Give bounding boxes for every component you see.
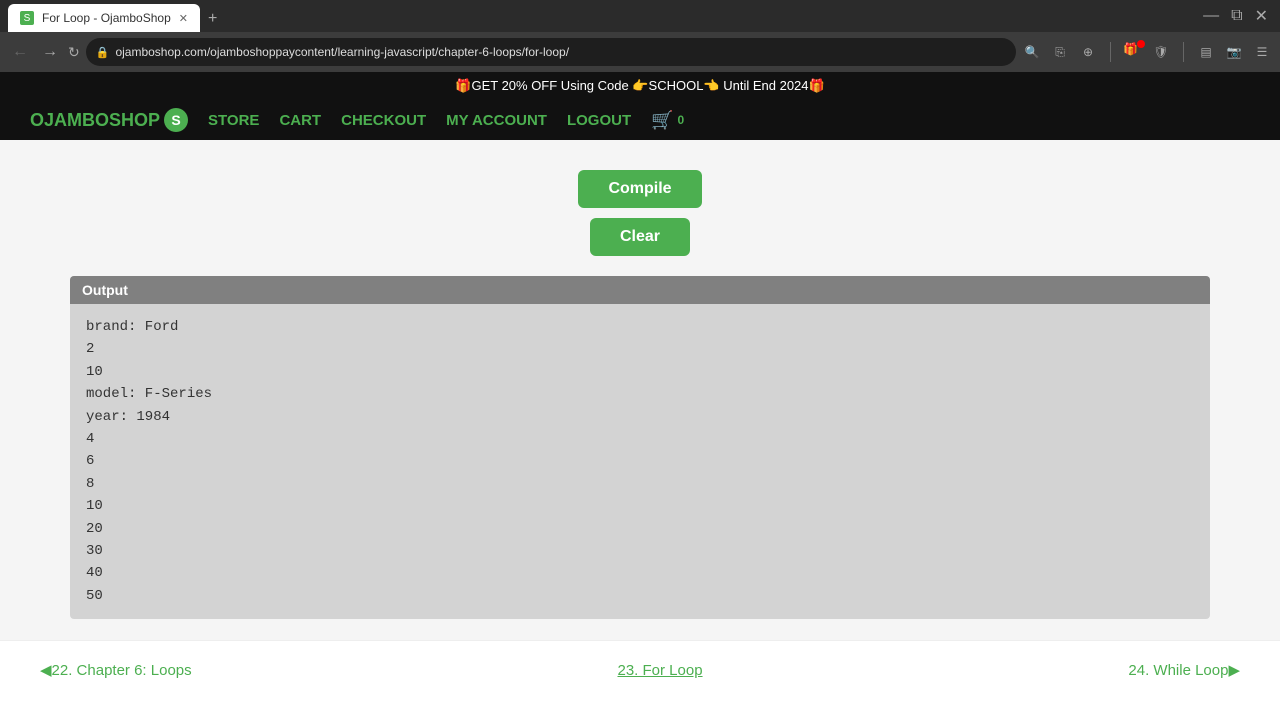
output-line: 10	[86, 361, 1194, 383]
close-window-button[interactable]: ✕	[1251, 2, 1272, 30]
new-tab-button[interactable]: +	[200, 6, 225, 32]
toolbar-actions: 🔍 ⎘ ⊕ 🎁 🛡 ▤ 📷 ☰	[1022, 42, 1272, 62]
output-header: Output	[70, 276, 1210, 304]
output-line: year: 1984	[86, 406, 1194, 428]
browser-toolbar: ← → ↻ 🔒 ojamboshop.com/ojamboshoppaycont…	[0, 32, 1280, 72]
screenshot-icon[interactable]: 📷	[1224, 42, 1244, 62]
output-line: brand: Ford	[86, 316, 1194, 338]
button-area: Compile Clear	[70, 160, 1210, 276]
back-button[interactable]: ←	[8, 39, 32, 65]
output-line: 30	[86, 540, 1194, 562]
logo-text: OJAMBOSHOP	[30, 110, 160, 131]
cart-link[interactable]: CART	[279, 112, 321, 129]
reading-mode-icon[interactable]: ▤	[1196, 42, 1216, 62]
security-icon: 🔒	[96, 46, 110, 59]
share-icon[interactable]: ⎘	[1050, 42, 1070, 62]
navigation: OJAMBOSHOP S STORE CART CHECKOUT MY ACCO…	[0, 100, 1280, 140]
content-area: Compile Clear Output brand: Ford210model…	[0, 140, 1280, 640]
active-tab[interactable]: S For Loop - OjamboShop ✕	[8, 4, 200, 32]
output-line: 40	[86, 562, 1194, 584]
tab-title: For Loop - OjamboShop	[42, 11, 171, 25]
output-content: brand: Ford210model: F-Seriesyear: 19844…	[70, 304, 1210, 619]
refresh-button[interactable]: ↻	[68, 44, 80, 61]
output-line: 50	[86, 585, 1194, 607]
cart-count: 0	[678, 113, 685, 127]
browser-chrome: S For Loop - OjamboShop ✕ + — ⧉ ✕ ← → ↻ …	[0, 0, 1280, 72]
page: 🎁GET 20% OFF Using Code 👉SCHOOL👈 Until E…	[0, 72, 1280, 699]
logo[interactable]: OJAMBOSHOP S	[30, 108, 188, 132]
browser-titlebar: S For Loop - OjamboShop ✕ + — ⧉ ✕	[0, 0, 1280, 32]
settings-icon[interactable]: ☰	[1252, 42, 1272, 62]
output-line: 4	[86, 428, 1194, 450]
rss-icon[interactable]: ⊕	[1078, 42, 1098, 62]
cart-icon: 🛒	[651, 110, 673, 131]
store-link[interactable]: STORE	[208, 112, 259, 129]
promo-bar: 🎁GET 20% OFF Using Code 👉SCHOOL👈 Until E…	[0, 72, 1280, 100]
extension-icon-1[interactable]: 🎁	[1123, 42, 1143, 62]
output-box: Output brand: Ford210model: F-Seriesyear…	[70, 276, 1210, 619]
checkout-link[interactable]: CHECKOUT	[341, 112, 426, 129]
minimize-button[interactable]: —	[1199, 3, 1223, 29]
logout-link[interactable]: LOGOUT	[567, 112, 631, 129]
next-page-link[interactable]: 24. While Loop▶	[1128, 661, 1240, 679]
content-inner: Compile Clear Output brand: Ford210model…	[50, 160, 1230, 619]
current-page-link[interactable]: 23. For Loop	[617, 662, 702, 679]
logo-s-icon: S	[164, 108, 188, 132]
cart-icon-area[interactable]: 🛒 0	[651, 110, 684, 131]
tab-close-button[interactable]: ✕	[179, 12, 188, 25]
promo-text: 🎁GET 20% OFF Using Code 👉SCHOOL👈 Until E…	[455, 78, 824, 93]
clear-button[interactable]: Clear	[590, 218, 690, 256]
footer-navigation: ◀22. Chapter 6: Loops 23. For Loop 24. W…	[0, 640, 1280, 699]
extension-icon-2[interactable]: 🛡	[1151, 42, 1171, 62]
search-toolbar-icon[interactable]: 🔍	[1022, 42, 1042, 62]
output-line: 2	[86, 338, 1194, 360]
prev-page-link[interactable]: ◀22. Chapter 6: Loops	[40, 661, 192, 679]
url-text: ojamboshop.com/ojamboshoppaycontent/lear…	[115, 45, 569, 59]
forward-button[interactable]: →	[38, 39, 62, 65]
my-account-link[interactable]: MY ACCOUNT	[446, 112, 547, 129]
tab-favicon: S	[20, 11, 34, 25]
output-line: 10	[86, 495, 1194, 517]
address-bar[interactable]: 🔒 ojamboshop.com/ojamboshoppaycontent/le…	[86, 38, 1016, 66]
tab-bar: S For Loop - OjamboShop ✕ +	[8, 0, 225, 32]
output-line: 6	[86, 450, 1194, 472]
output-line: model: F-Series	[86, 383, 1194, 405]
output-line: 8	[86, 473, 1194, 495]
restore-button[interactable]: ⧉	[1227, 3, 1246, 29]
output-line: 20	[86, 518, 1194, 540]
compile-button[interactable]: Compile	[578, 170, 701, 208]
